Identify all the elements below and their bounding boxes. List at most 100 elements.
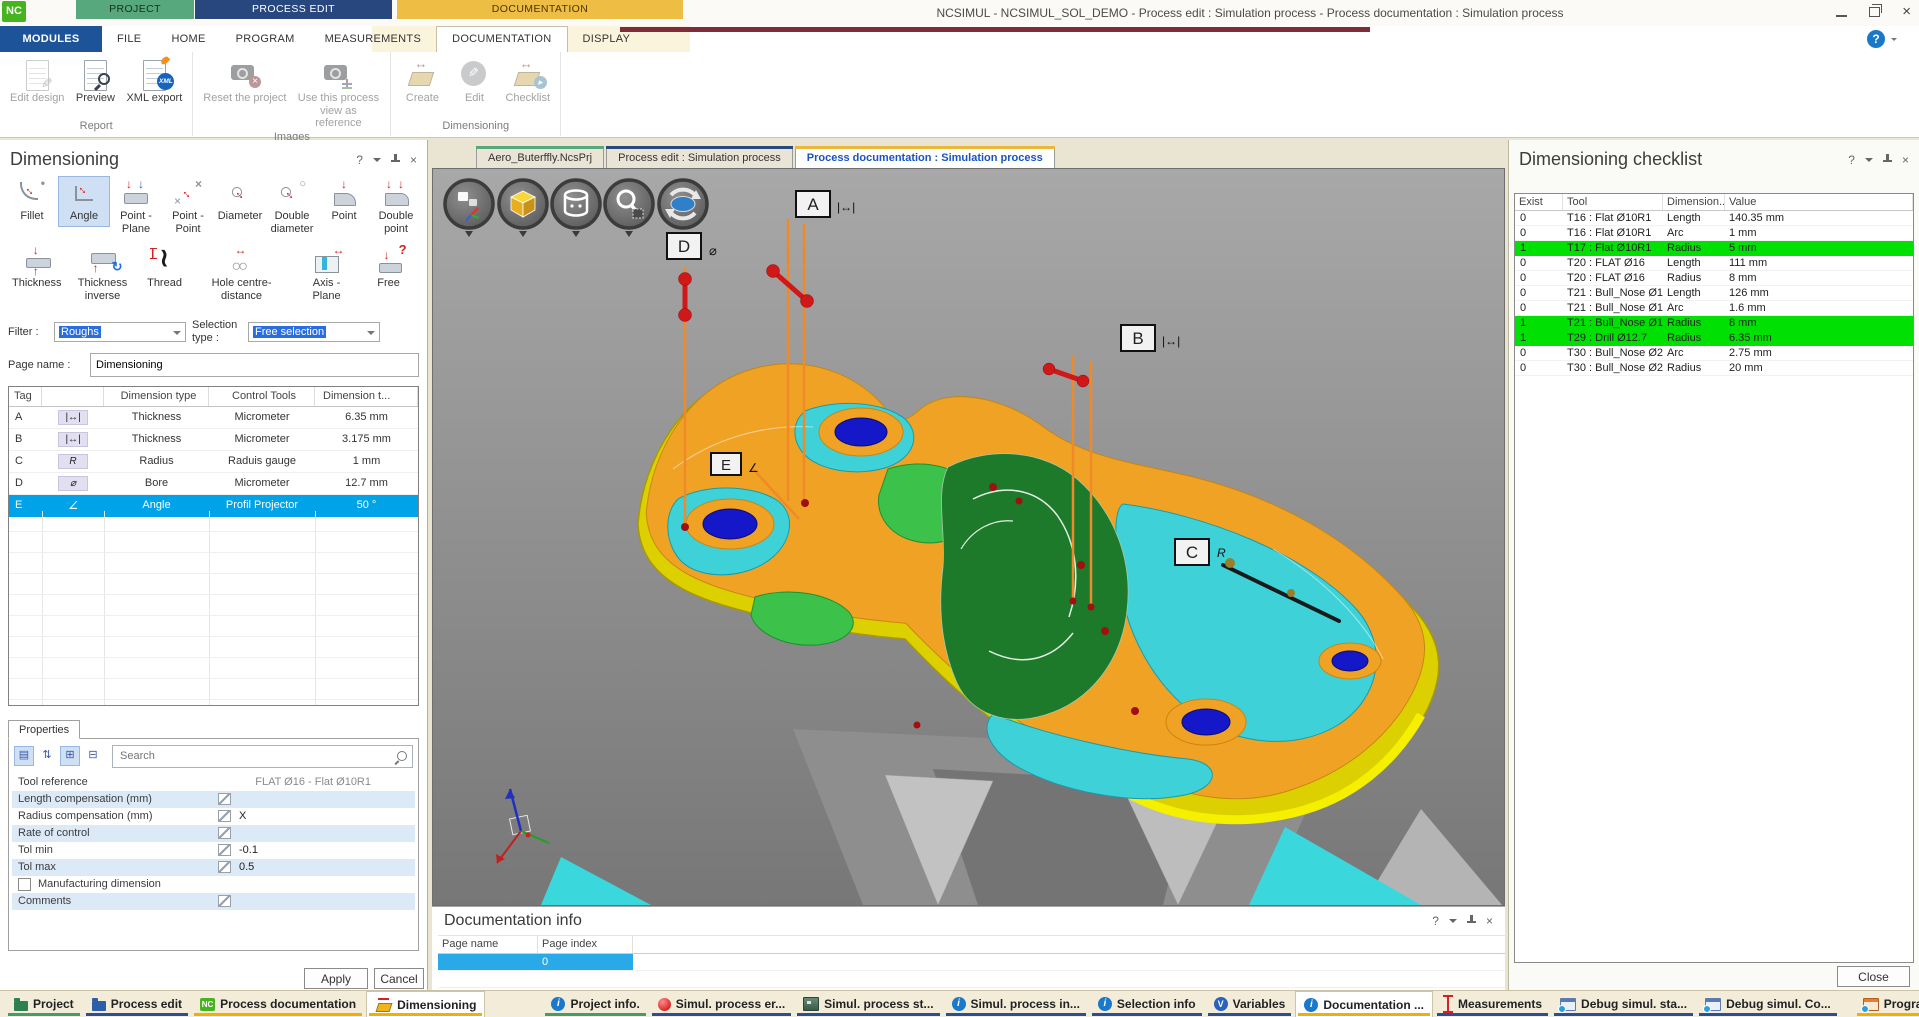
ribbon-button[interactable]: Use this process view as reference [294, 57, 382, 131]
column-header[interactable]: Value [1725, 194, 1913, 210]
property-row[interactable]: Rate of control [12, 825, 415, 842]
column-header[interactable]: Dimension... [1663, 194, 1725, 210]
taskbar-item[interactable]: Process documentation [192, 991, 364, 1017]
column-header[interactable]: Page name [438, 936, 538, 953]
panel-close-icon[interactable]: × [1902, 153, 1909, 167]
cancel-button[interactable]: Cancel [374, 968, 424, 989]
dimension-tool[interactable]: Point [318, 176, 370, 227]
ribbon-button[interactable]: Create [399, 57, 445, 106]
filter-combobox[interactable]: Roughs [54, 322, 186, 342]
dimension-tool[interactable]: Double diameter [266, 176, 318, 239]
minimize-icon[interactable] [1836, 15, 1847, 17]
property-row[interactable]: Radius compensation (mm) X [12, 808, 415, 825]
column-header[interactable]: Dimension type [104, 387, 209, 406]
taskbar-item[interactable]: Documentation ... [1295, 991, 1433, 1017]
viewport-tab[interactable]: Aero_Buterffly.NcsPrj [476, 146, 604, 168]
dimension-tool[interactable]: Angle [58, 176, 110, 227]
ribbon-button[interactable]: XML export [124, 57, 184, 106]
taskbar-item[interactable]: Project info. [543, 991, 647, 1017]
apply-button[interactable]: Apply [304, 968, 368, 989]
formula-icon[interactable] [218, 844, 231, 856]
table-row[interactable]: D ⌀ Bore Micrometer 12.7 mm [9, 473, 418, 495]
taskbar-item[interactable]: Simul. process st... [795, 991, 941, 1017]
properties-tab[interactable]: Properties [8, 720, 80, 739]
properties-toolbar-icon[interactable]: ⊟ [83, 746, 103, 766]
viewport-tab[interactable]: Process documentation : Simulation proce… [795, 146, 1055, 168]
table-row[interactable]: 0 T30 : Bull_Nose Ø2... Radius 20 mm [1515, 361, 1913, 376]
table-row[interactable]: 1 T29 : Drill Ø12.7 Radius 6.35 mm [1515, 331, 1913, 346]
ribbon-tab[interactable]: PROGRAM [221, 26, 310, 52]
panel-close-icon[interactable]: × [1486, 914, 1493, 928]
dimension-tool[interactable]: Free [362, 243, 416, 294]
property-row[interactable]: Tol max 0.5 [12, 859, 415, 876]
table-row[interactable]: 0 T16 : Flat Ø10R1 Length 140.35 mm [1515, 211, 1913, 226]
property-row[interactable]: Length compensation (mm) [12, 791, 415, 808]
dimension-tool[interactable]: Thread [138, 243, 192, 294]
table-row[interactable]: A |↔| Thickness Micrometer 6.35 mm [9, 407, 418, 429]
panel-help-icon[interactable]: ? [1432, 914, 1439, 928]
panel-dropdown-icon[interactable] [1449, 919, 1457, 927]
panel-close-icon[interactable]: × [410, 153, 417, 167]
table-row[interactable]: 0 T16 : Flat Ø10R1 Arc 1 mm [1515, 226, 1913, 241]
table-row[interactable]: 0 [438, 954, 1505, 971]
panel-pin-icon[interactable] [1467, 915, 1476, 927]
property-value[interactable]: FLAT Ø16 - Flat Ø10R1 [255, 776, 413, 788]
properties-toolbar-icon[interactable]: ▤ [14, 746, 34, 766]
ribbon-button[interactable]: Checklist [503, 57, 552, 106]
checkbox[interactable] [18, 878, 31, 891]
table-row[interactable]: 0 T30 : Bull_Nose Ø2... Arc 2.75 mm [1515, 346, 1913, 361]
ribbon-button[interactable]: Edit design [8, 57, 66, 106]
taskbar-item[interactable]: Dimensioning [366, 991, 485, 1017]
column-header[interactable]: Exist [1515, 194, 1563, 210]
help-dropdown-icon[interactable] [1891, 38, 1897, 44]
taskbar-item[interactable]: Project [6, 991, 82, 1017]
taskbar-item[interactable]: Debug simul. Co... [1697, 991, 1839, 1017]
column-header[interactable]: Control Tools [209, 387, 315, 406]
property-row[interactable]: Comments [12, 893, 415, 910]
taskbar-item[interactable]: Simul. process in... [944, 991, 1088, 1017]
formula-icon[interactable] [218, 861, 231, 873]
refresh-view-button[interactable] [659, 180, 707, 228]
close-icon[interactable]: × [1902, 3, 1911, 21]
dimension-tool[interactable]: Diameter [214, 176, 266, 227]
dimension-tool[interactable]: Axis - Plane [292, 243, 362, 306]
column-header[interactable]: Dimension t... [315, 387, 418, 406]
ribbon-tab[interactable]: MODULES [0, 26, 102, 52]
taskbar-item[interactable]: Process edit [84, 991, 190, 1017]
selection-type-combobox[interactable]: Free selection [248, 322, 380, 342]
column-header[interactable]: Page index [538, 936, 633, 953]
panel-pin-icon[interactable] [391, 154, 400, 166]
column-header[interactable]: Tag [9, 387, 42, 406]
viewport-tab[interactable]: Process edit : Simulation process [606, 146, 793, 168]
property-row[interactable]: Tool reference FLAT Ø16 - Flat Ø10R1 [12, 774, 415, 791]
property-row[interactable]: Manufacturing dimension [12, 876, 415, 893]
table-row[interactable]: 1 T17 : Flat Ø10R1 Radius 5 mm [1515, 241, 1913, 256]
dimension-tool[interactable]: Thickness [6, 243, 68, 294]
panel-dropdown-icon[interactable] [1865, 158, 1873, 166]
ribbon-tab[interactable]: DOCUMENTATION [436, 26, 567, 52]
dimension-tool[interactable]: Point - Plane [110, 176, 162, 239]
column-header[interactable] [42, 387, 104, 406]
table-row[interactable]: 0 T21 : Bull_Nose Ø1... Arc 1.6 mm [1515, 301, 1913, 316]
properties-toolbar-icon[interactable]: ⊞ [60, 746, 80, 766]
table-row[interactable]: B |↔| Thickness Micrometer 3.175 mm [9, 429, 418, 451]
formula-icon[interactable] [218, 827, 231, 839]
viewport-3d[interactable]: A |↔| B |↔| C R D ⌀ E ∠ [432, 168, 1505, 906]
taskbar-item[interactable]: Variables [1206, 991, 1294, 1017]
ribbon-tab[interactable]: MEASUREMENTS [310, 26, 437, 52]
panel-dropdown-icon[interactable] [373, 158, 381, 166]
panel-pin-icon[interactable] [1883, 154, 1892, 166]
taskbar-item[interactable]: Debug simul. sta... [1552, 991, 1695, 1017]
ribbon-button[interactable]: Preview [72, 57, 118, 106]
ribbon-tab[interactable]: DISPLAY [568, 26, 646, 52]
search-input[interactable] [118, 749, 397, 763]
property-row[interactable]: Tol min -0.1 [12, 842, 415, 859]
dimension-tool[interactable]: Thickness inverse [68, 243, 138, 306]
taskbar-item[interactable]: Program [1855, 991, 1919, 1017]
context-tab-project[interactable]: PROJECT [76, 0, 194, 19]
dimension-tool[interactable]: Double point [370, 176, 422, 239]
formula-icon[interactable] [218, 810, 231, 822]
table-row[interactable]: C R Radius Raduis gauge 1 mm [9, 451, 418, 473]
context-tab-process-edit[interactable]: PROCESS EDIT [195, 0, 392, 19]
properties-toolbar-icon[interactable]: ⇅ [37, 746, 57, 766]
